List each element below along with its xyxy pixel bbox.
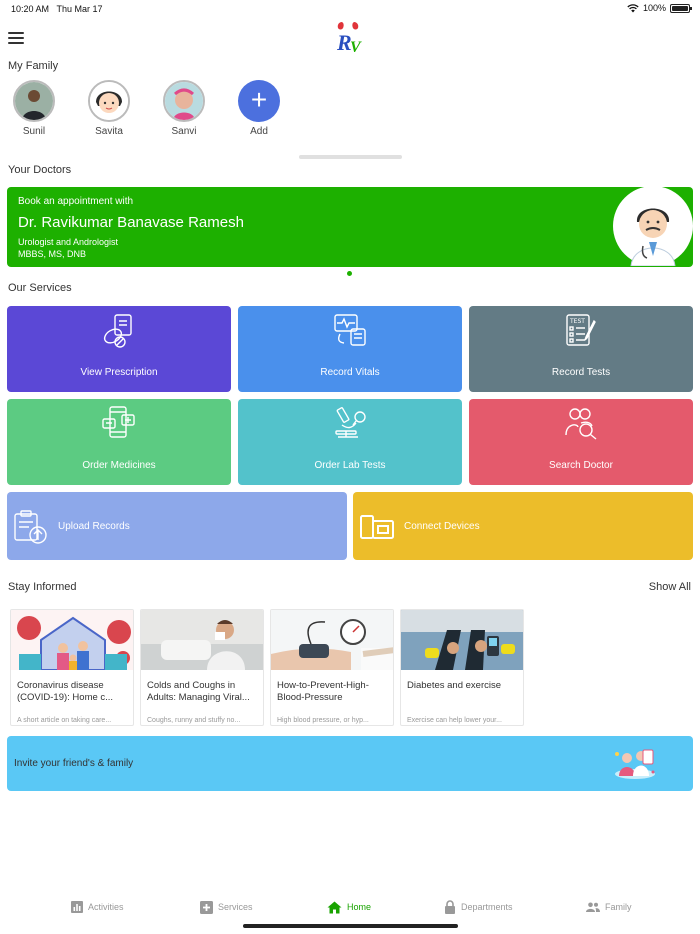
services-section-title: Our Services [8,282,72,294]
order-medicines-button[interactable]: Order Medicines [7,399,231,485]
home-icon [327,901,342,913]
status-clock: 10:20 AM [11,4,50,14]
prescription-icon [103,314,132,348]
search-doctor-button[interactable]: Search Doctor [469,399,693,485]
status-date: Thu Mar 17 [56,4,103,14]
devices-icon [360,515,394,539]
family-member-name: Sanvi [171,126,197,137]
service-label: View Prescription [80,367,158,378]
service-label: Upload Records [58,521,130,532]
service-label: Search Doctor [549,460,613,471]
vitals-icon [334,314,366,346]
bar-chart-icon [71,901,83,913]
svg-text:TEST: TEST [569,318,585,325]
article-thumbnail [401,610,523,670]
book-appointment-label: Book an appointment with [18,196,134,207]
tab-services[interactable]: Services [200,893,253,921]
article-snippet: High blood pressure, or hyp... [277,717,369,724]
article-title: Coronavirus disease (COVID-19): Home c..… [17,680,114,703]
svg-text:V: V [350,39,362,54]
article-title: Colds and Coughs in Adults: Managing Vir… [147,680,250,703]
tab-label: Home [347,902,372,912]
doctor-avatar [613,187,693,267]
status-right: 100% [627,3,692,13]
doctors-section-title: Your Doctors [8,164,72,176]
battery-icon [670,3,692,13]
tab-family[interactable]: Family [586,893,632,921]
order-lab-tests-button[interactable]: Order Lab Tests [238,399,462,485]
microscope-icon [335,407,366,438]
tab-label: Departments [461,902,513,912]
tab-label: Services [218,902,253,912]
tab-label: Activities [88,902,124,912]
avatar [163,80,205,122]
article-snippet: A short article on taking care... [17,717,112,724]
article-snippet: Coughs, runny and stuffy no... [147,717,241,724]
bottom-tab-bar: Activities Services Home Departments Fam… [0,893,700,923]
lock-icon [445,900,455,914]
battery-percent: 100% [642,3,666,13]
article-snippet: Exercise can help lower your... [407,717,502,724]
article-thumbnail [11,610,133,671]
record-vitals-button[interactable]: Record Vitals [238,306,462,392]
avatar [88,80,130,122]
status-time: 10:20 AM Thu Mar 17 [11,4,103,14]
family-member-name: Sunil [22,126,46,137]
test-checklist-icon: TEST [566,314,596,346]
plus-icon: + [238,80,280,122]
service-label: Record Vitals [320,367,380,378]
search-doctor-icon [565,408,597,440]
show-all-link[interactable]: Show All [649,581,691,593]
doctor-name: Dr. Ravikumar Banavase Ramesh [18,214,244,231]
upload-records-button[interactable]: Upload Records [7,492,347,560]
family-list: Sunil Savita Sanvi + Add [0,80,700,140]
doctor-specialty: Urologist and Andrologist [18,237,119,247]
article-thumbnail [141,610,263,670]
service-label: Connect Devices [404,521,480,532]
status-bar: 10:20 AM Thu Mar 17 100% [0,0,700,18]
record-tests-button[interactable]: TEST Record Tests [469,306,693,392]
mobile-pharmacy-icon [102,406,135,438]
avatar [13,80,55,122]
people-icon [586,902,600,912]
carousel-indicator [347,271,352,276]
doctor-card[interactable]: Book an appointment with Dr. Ravikumar B… [7,187,693,267]
connect-devices-button[interactable]: Connect Devices [353,492,693,560]
upload-clipboard-icon [14,510,47,544]
family-member-sanvi[interactable]: Sanvi [154,80,214,137]
article-card-blood-pressure[interactable]: How-to-Prevent-High-Blood-Pressure High … [270,609,394,726]
add-label: Add [250,126,268,137]
tab-departments[interactable]: Departments [444,893,513,921]
informed-section-title: Stay Informed [8,581,77,593]
wifi-icon [627,3,639,12]
home-indicator [243,924,458,928]
hamburger-menu-icon[interactable] [8,32,24,44]
family-member-sunil[interactable]: Sunil [4,80,64,137]
service-label: Order Lab Tests [314,460,386,471]
family-member-name: Savita [95,126,123,137]
family-section-title: My Family [8,60,59,72]
tab-home[interactable]: Home [327,893,371,921]
drag-handle[interactable] [299,155,402,159]
invite-banner[interactable]: Invite your friend's & family [7,736,693,791]
article-title: How-to-Prevent-High-Blood-Pressure [277,680,369,703]
plus-box-icon [200,900,213,914]
service-label: Record Tests [551,367,611,378]
article-card-covid[interactable]: Coronavirus disease (COVID-19): Home c..… [10,609,134,726]
view-prescription-button[interactable]: View Prescription [7,306,231,392]
family-member-savita[interactable]: Savita [79,80,139,137]
invite-illustration [615,749,655,779]
invite-label: Invite your friend's & family [14,758,134,769]
article-card-colds[interactable]: Colds and Coughs in Adults: Managing Vir… [140,609,264,726]
app-logo: R V [336,22,362,54]
tab-activities[interactable]: Activities [71,893,124,921]
article-title: Diabetes and exercise [407,680,501,691]
add-family-member-button[interactable]: + Add [229,80,289,137]
doctor-degrees: MBBS, MS, DNB [18,249,87,259]
tab-label: Family [605,902,632,912]
service-label: Order Medicines [82,460,156,471]
article-card-diabetes[interactable]: Diabetes and exercise Exercise can help … [400,609,524,726]
article-thumbnail [271,610,393,670]
